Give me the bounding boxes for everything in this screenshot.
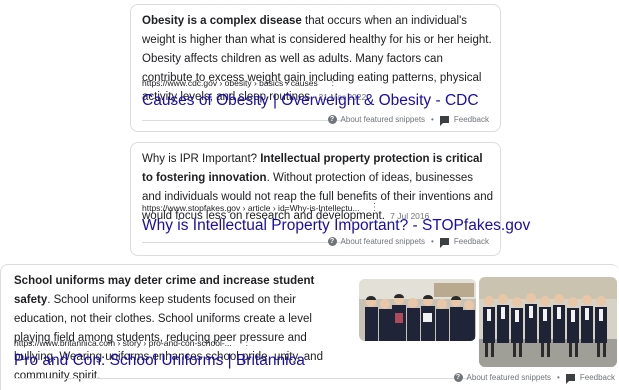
- snippet-body-text: that occurs when an individual's weight …: [142, 15, 492, 103]
- feedback-link[interactable]: Feedback: [580, 373, 615, 382]
- question-circle-icon: ?: [327, 237, 337, 246]
- result-title-link[interactable]: Why is Intellectual Property Important? …: [142, 216, 530, 236]
- feedback-link[interactable]: Feedback: [454, 237, 489, 246]
- featured-snippet-card-2: Why is IPR Important? Intellectual prope…: [130, 142, 530, 256]
- featured-snippet-card-3: School uniforms may deter crime and incr…: [0, 264, 619, 390]
- divider: [142, 242, 345, 243]
- school-uniform-photo-2[interactable]: [479, 277, 617, 367]
- more-options-icon[interactable]: ⋮: [242, 337, 252, 348]
- footer-separator: •: [431, 237, 434, 246]
- result-title-link[interactable]: Causes of Obesity | Overweight & Obesity…: [142, 91, 479, 111]
- feedback-flag-icon: [439, 116, 449, 126]
- result-cite-row: https://www.stopfakes.gov › article › id…: [142, 202, 380, 213]
- snippet-footer: ? About featured snippets • Feedback: [453, 373, 615, 384]
- feedback-flag-icon: [565, 374, 575, 384]
- feedback-flag-icon: [439, 238, 449, 248]
- footer-separator: •: [431, 115, 434, 124]
- snippet-bold-text: Obesity is a complex disease: [142, 15, 302, 27]
- more-options-icon[interactable]: ⋮: [370, 202, 380, 213]
- students-row-image: [479, 277, 617, 367]
- question-circle-icon: ?: [327, 115, 337, 124]
- snippet-footer: ? About featured snippets • Feedback: [327, 237, 489, 248]
- snippet-lead-text: Why is IPR Important?: [142, 153, 261, 165]
- snippet-footer: ? About featured snippets • Feedback: [327, 115, 489, 126]
- snippet-text: Why is IPR Important? Intellectual prope…: [142, 150, 494, 226]
- featured-snippet-card-1: Obesity is a complex disease that occurs…: [130, 4, 501, 132]
- result-cite-row: https://www.britannica.com › story › pro…: [14, 337, 252, 348]
- question-circle-icon: ?: [453, 373, 463, 382]
- feedback-link[interactable]: Feedback: [454, 115, 489, 124]
- about-featured-snippets-link[interactable]: About featured snippets: [341, 115, 426, 124]
- result-url[interactable]: https://www.britannica.com › story › pro…: [14, 338, 232, 348]
- result-title-link[interactable]: Pro and Con: School Uniforms | Britannic…: [14, 351, 305, 371]
- school-uniform-photo-1[interactable]: [359, 279, 476, 341]
- footer-separator: •: [557, 373, 560, 382]
- result-url[interactable]: https://www.stopfakes.gov › article › id…: [142, 203, 360, 213]
- divider: [142, 120, 345, 121]
- result-cite-row: https://www.cdc.gov › obesity › basics ›…: [142, 77, 338, 88]
- about-featured-snippets-link[interactable]: About featured snippets: [467, 373, 552, 382]
- about-featured-snippets-link[interactable]: About featured snippets: [341, 237, 426, 246]
- students-group-image: [359, 279, 476, 341]
- more-options-icon[interactable]: ⋮: [328, 77, 338, 88]
- divider: [14, 378, 469, 379]
- result-url[interactable]: https://www.cdc.gov › obesity › basics ›…: [142, 78, 318, 88]
